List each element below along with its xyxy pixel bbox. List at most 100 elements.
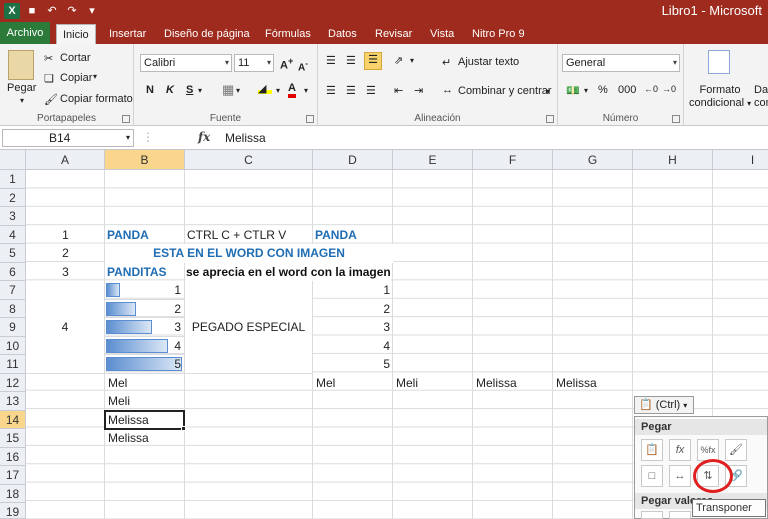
row-header-19[interactable]: 19 — [0, 503, 26, 519]
paste-dropdown-icon[interactable]: ▾ — [20, 96, 24, 105]
paste-icon[interactable]: 📋 — [641, 439, 663, 461]
format-table-label-2[interactable]: com — [754, 97, 768, 109]
thousands-button[interactable]: 000 — [618, 84, 636, 96]
cell-b14-selected[interactable]: Melissa — [104, 410, 185, 430]
underline-button[interactable]: S — [186, 84, 193, 96]
paste-formulas-icon[interactable]: fx — [669, 439, 691, 461]
currency-dropdown-icon[interactable]: ▾ — [584, 86, 588, 95]
row-header-15[interactable]: 15 — [0, 429, 26, 448]
cell-b4[interactable]: PANDA — [107, 226, 149, 244]
currency-icon[interactable]: 💵 — [566, 84, 580, 97]
column-header-e[interactable]: E — [393, 150, 473, 170]
name-box[interactable]: B14 ▾ — [2, 129, 134, 147]
cell-a6[interactable]: 3 — [26, 263, 105, 281]
italic-button[interactable]: K — [166, 84, 174, 96]
cell-b10[interactable]: 4 — [105, 337, 185, 355]
font-color-icon[interactable]: A — [288, 82, 296, 98]
column-header-d[interactable]: D — [313, 150, 393, 170]
keep-column-widths-icon[interactable]: ↔ — [669, 465, 691, 487]
cell-a7-merged[interactable]: 4 — [26, 281, 105, 374]
number-format-combo[interactable]: General ▾ — [562, 54, 680, 72]
tab-archivo[interactable]: Archivo — [0, 22, 50, 44]
font-name-combo[interactable]: Calibri ▾ — [140, 54, 232, 72]
tab-inicio[interactable]: Inicio — [56, 24, 96, 44]
formula-bar-divider-icon[interactable]: ⋮ — [142, 130, 154, 144]
wrap-text-button[interactable]: Ajustar texto — [458, 56, 519, 68]
cell-e12[interactable]: Meli — [396, 374, 418, 392]
column-header-c[interactable]: C — [185, 150, 313, 170]
tab-vista[interactable]: Vista — [424, 24, 460, 44]
formula-input[interactable]: Melissa — [225, 131, 266, 145]
percent-button[interactable]: % — [598, 84, 608, 96]
format-painter-icon[interactable]: 🖌 — [44, 93, 58, 106]
tab-formulas[interactable]: Fórmulas — [259, 24, 317, 44]
row-header-6[interactable]: 6 — [0, 263, 26, 281]
bold-button[interactable]: N — [146, 84, 154, 96]
merge-dropdown-icon[interactable]: ▾ — [546, 87, 550, 96]
underline-dropdown-icon[interactable]: ▾ — [198, 86, 202, 95]
align-left-icon[interactable]: ☰ — [326, 84, 336, 97]
keep-source-formatting-icon[interactable]: 🖌 — [725, 439, 747, 461]
shrink-font-icon[interactable]: A- — [298, 58, 308, 73]
row-header-17[interactable]: 17 — [0, 466, 26, 485]
no-borders-icon[interactable]: □ — [641, 465, 663, 487]
increase-decimal-icon[interactable]: ←0 — [644, 84, 658, 94]
cell-b9[interactable]: 3 — [105, 318, 185, 337]
row-header-9[interactable]: 9 — [0, 318, 26, 337]
decrease-decimal-icon[interactable]: →0 — [662, 84, 676, 94]
align-center-icon[interactable]: ☰ — [346, 84, 356, 97]
font-size-combo[interactable]: 11 ▾ — [234, 54, 274, 72]
cell-b12[interactable]: Mel — [108, 374, 127, 392]
cell-b7[interactable]: 1 — [105, 281, 185, 300]
row-header-11[interactable]: 11 — [0, 355, 26, 374]
row-header-4[interactable]: 4 — [0, 226, 26, 244]
orientation-dropdown-icon[interactable]: ▾ — [410, 56, 414, 65]
cell-b5-merged[interactable]: ESTA EN EL WORD CON IMAGEN — [105, 244, 393, 263]
row-header-1[interactable]: 1 — [0, 170, 26, 189]
cut-icon[interactable]: ✂ — [44, 52, 53, 65]
align-bottom-icon[interactable]: ☰ — [364, 52, 382, 70]
conditional-format-icon[interactable] — [708, 50, 730, 74]
font-launcher-icon[interactable] — [306, 115, 314, 123]
align-right-icon[interactable]: ☰ — [366, 84, 376, 97]
column-header-b[interactable]: B — [105, 150, 185, 170]
cell-d11[interactable]: 5 — [313, 355, 393, 374]
paste-values-number-icon[interactable] — [669, 511, 691, 519]
cell-b15[interactable]: Melissa — [108, 429, 149, 448]
cell-a4[interactable]: 1 — [26, 226, 105, 244]
row-header-10[interactable]: 10 — [0, 337, 26, 355]
cell-b6[interactable]: PANDITAS — [107, 263, 167, 281]
wrap-text-icon[interactable]: ↵ — [442, 56, 451, 69]
paste-formulas-number-format-icon[interactable]: %fx — [697, 439, 719, 461]
copy-icon[interactable]: ❏ — [44, 72, 54, 85]
clipboard-launcher-icon[interactable] — [122, 115, 130, 123]
cell-b8[interactable]: 2 — [105, 300, 185, 318]
column-header-a[interactable]: A — [26, 150, 105, 170]
select-all-corner[interactable] — [0, 150, 26, 170]
cell-d4[interactable]: PANDA — [315, 226, 357, 244]
conditional-format-label-2[interactable]: condicional ▾ — [689, 97, 751, 109]
format-table-label-1[interactable]: Da — [754, 84, 768, 96]
merge-center-icon[interactable]: ↔ — [442, 84, 453, 96]
font-color-dropdown-icon[interactable]: ▾ — [304, 86, 308, 95]
row-header-18[interactable]: 18 — [0, 485, 26, 503]
orientation-icon[interactable]: ⇗ — [394, 54, 403, 67]
column-header-h[interactable]: H — [633, 150, 713, 170]
column-header-g[interactable]: G — [553, 150, 633, 170]
align-top-icon[interactable]: ☰ — [326, 54, 336, 67]
paste-options-button[interactable]: 📋 (Ctrl) ▾ — [634, 396, 694, 414]
cell-g12[interactable]: Melissa — [556, 374, 597, 392]
borders-icon[interactable]: ▦ — [222, 82, 234, 98]
copy-dropdown-icon[interactable]: ▾ — [93, 72, 97, 81]
tab-nitro[interactable]: Nitro Pro 9 — [466, 24, 531, 44]
cell-c7-merged[interactable]: PEGADO ESPECIAL — [185, 281, 313, 374]
row-header-14[interactable]: 14 — [0, 411, 26, 429]
fill-dropdown-icon[interactable]: ▾ — [276, 86, 280, 95]
format-painter-button[interactable]: Copiar formato — [60, 93, 133, 105]
cell-b13[interactable]: Meli — [108, 392, 130, 411]
row-header-12[interactable]: 12 — [0, 374, 26, 392]
cell-d9[interactable]: 3 — [313, 318, 393, 337]
cell-d7[interactable]: 1 — [313, 281, 393, 300]
cell-f12[interactable]: Melissa — [476, 374, 517, 392]
alignment-launcher-icon[interactable] — [546, 115, 554, 123]
